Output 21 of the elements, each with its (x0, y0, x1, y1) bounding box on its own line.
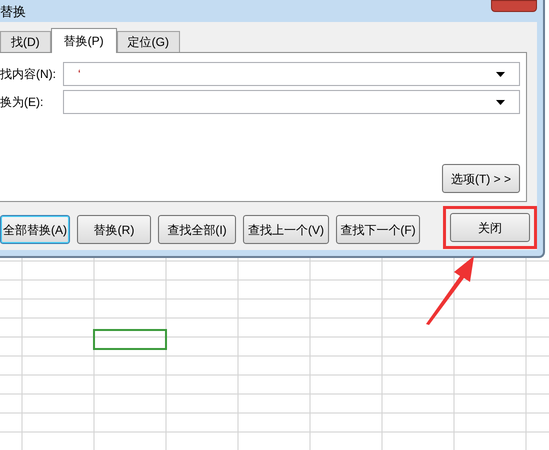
close-button[interactable] (491, 0, 537, 12)
action-button[interactable]: 查找上一个(V) (243, 215, 329, 244)
tab[interactable]: 找(D) (0, 31, 51, 52)
close-dialog-button[interactable]: 关闭 (450, 213, 530, 242)
window-title: 替换 (0, 4, 26, 18)
combo-box[interactable]: ‘ (63, 62, 520, 86)
field-value: ‘ (78, 66, 82, 83)
tab[interactable]: 定位(G) (116, 31, 180, 52)
action-button[interactable]: 替换(R) (77, 215, 151, 244)
annotation-arrow (424, 254, 476, 326)
tab[interactable]: 替换(P) (50, 28, 117, 53)
dropdown-arrow-icon (496, 100, 505, 104)
action-button[interactable]: 查找下一个(F) (336, 215, 420, 244)
dropdown-arrow-icon (496, 72, 505, 76)
field-label: 换为(E): (0, 94, 44, 111)
action-button[interactable]: 全部替换(A) (0, 215, 70, 244)
options-button[interactable]: 选项(T) > > (442, 164, 520, 193)
field-label: 找内容(N): (0, 66, 57, 83)
action-button[interactable]: 查找全部(I) (158, 215, 236, 244)
combo-box[interactable] (63, 90, 520, 114)
selected-cell[interactable] (93, 329, 167, 350)
